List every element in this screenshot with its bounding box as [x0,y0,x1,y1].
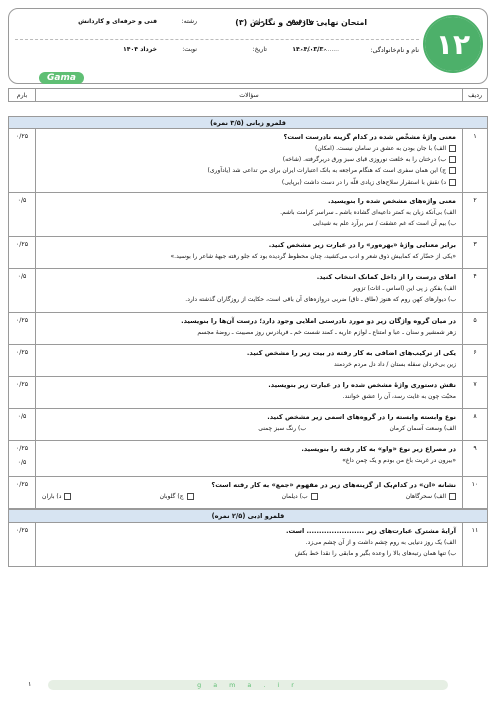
option-text: الف) سحرگاهان [405,493,446,500]
section-language: قلمرو زبانی (۳/۵ نمره) [8,116,488,129]
term-value: خرداد ۱۴۰۴ [122,46,157,53]
question-score: ۰/۲۵ [15,349,29,356]
field-label: رشته: [181,18,197,25]
option-checkbox[interactable] [310,493,318,500]
question-text: املای درست را از داخل کمانک انتخاب کنید. [316,273,456,281]
question-text: معنی واژه‌های مشخص شده را بنویسید. [327,197,456,205]
footer-site[interactable]: g a m a . i r [8,681,488,689]
question-text: آرایۀ مشترک عبارت‌های زیر ..............… [285,527,456,535]
question-row: ۷ نقش دستوری واژۀ مشخص شده را در عبارت ز… [8,377,488,409]
question-row: ۹ در مصراع زیر نوع «واو» به کار رفته را … [8,441,488,477]
date-label: تاریخ: [252,46,267,53]
question-row: ۳ برابر معنایی واژۀ «بهره‌ور» را در عبار… [8,237,488,269]
question-number: ۳ [473,241,477,248]
option-text: الف) وسعت آسمان کرمان [389,425,457,432]
question-row: ۴ املای درست را از داخل کمانک انتخاب کنی… [8,269,488,313]
option-text: ج) گلوبان [159,493,184,500]
exam-header: ۱۲ امتحان نهایی فارسی و نگارش (۳) زمان: … [8,8,488,84]
question-line: ب) تنها همان رتبه‌های بالا را وعده بگیر … [294,550,456,558]
question-number: ۶ [473,349,477,356]
exam-page: ۱۲ امتحان نهایی فارسی و نگارش (۳) زمان: … [8,8,488,692]
grade-badge: ۱۲ [425,17,481,71]
question-text: یکی از ترکیب‌های اضافی به کار رفته در بی… [246,349,456,357]
question-score: ۰/۲۵ [15,481,29,488]
question-number: ۷ [473,381,477,388]
question-score-2: ۰/۵ [17,459,27,466]
question-score: ۰/۵ [17,197,27,204]
option-checkbox[interactable] [186,493,194,500]
option-checkbox[interactable] [449,167,456,175]
question-score: ۰/۲۵ [15,133,29,140]
question-line: الف) بی‌آنکه زبان به کمتر داعیه‌ای گشاده… [280,209,456,216]
field-value: فنی و حرفه‌ای و کاردانش [78,18,157,25]
question-score: ۰/۲۵ [15,317,29,324]
option-text: ب) دیلمان [281,493,308,500]
question-number: ۱۰ [471,481,479,488]
question-number: ۴ [473,273,477,280]
page-number: ۱ [28,680,32,688]
option-text: ج) این همان سفری است که هنگام مراجعه به … [207,167,446,175]
option-checkbox[interactable] [449,493,456,500]
question-number: ۸ [473,413,477,420]
question-row: ۱۱ آرایۀ مشترک عبارت‌های زیر ...........… [8,523,488,567]
time-value: ۱۰۰ دقیقه [287,18,319,25]
question-row: ۸ نوع وابسته‌ وابسته را در گروه‌های اسمی… [8,409,488,441]
question-row: ۱ معنی واژۀ مشخّص شده در کدام گزینه نادر… [8,129,488,193]
question-number: ۵ [473,317,477,324]
question-text: نقش دستوری واژۀ مشخص شده را در عبارت زیر… [268,381,456,389]
question-text: نوع وابسته‌ وابسته را در گروه‌های اسمی ز… [267,413,456,421]
questions-header: سؤالات [239,92,259,99]
option-checkbox[interactable] [449,178,456,186]
question-score: ۰/۲۵ [15,445,29,452]
option-checkbox[interactable] [449,156,456,164]
question-number: ۱ [473,133,477,140]
question-score: ۰/۲۵ [15,381,29,388]
question-line: ب) دیوارهای کهن روم که هنوز (طاق ـ تاق) … [185,296,456,304]
question-score: ۰/۲۵ [15,241,29,248]
question-number: ۲ [473,197,477,204]
table-header-row: ردیف سؤالات بارم [8,88,488,102]
question-text: معنی واژۀ مشخّص شده در کدام گزینه نادرست… [283,133,456,141]
option-text: ب) رنگ سبز چمنی [258,425,306,432]
option-text: الف) با جان بودن به عشق در سامان نیست. (… [315,145,446,152]
term-label: نوبت: [182,46,197,53]
question-score: ۰/۲۵ [15,527,29,534]
question-score: ۰/۵ [17,413,27,420]
question-row: ۱۰ نشانه «ان» در کدام‌یک از گزینه‌های زی… [8,477,488,509]
question-row: ۶ یکی از ترکیب‌های اضافی به کار رفته در … [8,345,488,377]
section-literary: قلمرو ادبی (۲/۵ نمره) [8,509,488,523]
question-number: ۱۱ [471,527,479,534]
question-text: در میان گروه واژگان زیر دو مورد نادرستی … [181,317,456,325]
question-line: الف) بفکن ز پی این (اساس ـ اثاث) تزویر [352,285,456,292]
question-line: «بیرون در غربت باغ من بودم و یک چمن داغ» [342,457,456,464]
question-line: زین بی‌خردان سفله بستان / داد دل مردم خر… [333,361,456,368]
option-text: د) باران [42,493,62,500]
question-line: «یکی از حضّار که کمابیش ذوق شعر و ادب می… [170,253,456,260]
date-value: ۱۴۰۴/۰۳/۳۰ [292,46,327,53]
question-row: ۲ معنی واژه‌های مشخص شده را بنویسید. الف… [8,193,488,237]
question-number: ۹ [473,445,477,452]
question-score: ۰/۵ [17,273,27,280]
score-header: بارم [8,89,36,101]
header-divider [15,39,419,40]
name-label: نام و نام‌خانوادگی: [370,46,419,54]
question-line: ب) بیم آن است که غم عشقت / سر برآرد علم … [312,220,456,228]
time-label: زمان: [252,18,267,25]
question-line: محبّت چون به غایت رسد، آن را عشق خوانند. [342,393,456,400]
question-line: الف) یک روز دنیایی به روم چشم داشت و از … [305,539,456,546]
question-line: زهر شمشیر و سنان ـ عبا و امتناع ـ لوازم … [197,329,456,336]
gama-logo: Gama [39,72,84,84]
page-footer: g a m a . i r ۱ [8,680,488,692]
question-row: ۵ در میان گروه واژگان زیر دو مورد نادرست… [8,313,488,345]
option-checkbox[interactable] [449,145,456,152]
question-text: برابر معنایی واژۀ «بهره‌ور» را در عبارت … [268,241,456,249]
num-header: ردیف [462,89,488,101]
question-text: نشانه «ان» در کدام‌یک از گزینه‌های زیر د… [211,481,456,489]
option-text: ب) درختان را به خلعت نوروزی قبای سبز ورق… [282,156,446,164]
question-text: در مصراع زیر نوع «واو» به کار رفته را بن… [301,445,456,453]
option-text: د) نقش با استقرار سلاح‌های زیادی قلّه را… [281,178,446,186]
option-checkbox[interactable] [64,493,72,500]
